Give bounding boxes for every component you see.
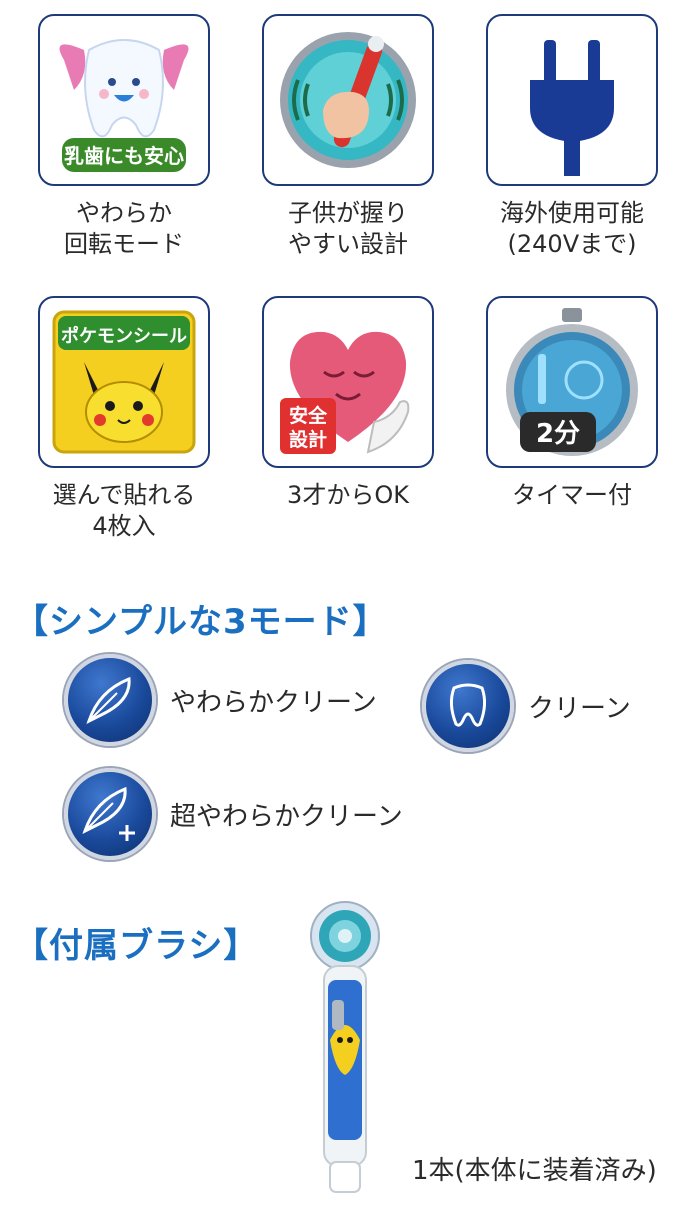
mode-soft-clean-badge [64,654,156,746]
feature-gentle-caption-line1: やわらか [76,199,172,227]
feature-timer-caption-line1: タイマー付 [512,481,632,509]
feature-voltage-caption-line2: (240Vまで) [507,230,637,258]
feature-gentle: 乳歯にも安心 やわらか 回転モード [24,14,224,260]
feature-safety-badge-line2: 設計 [289,428,327,451]
feature-timer-box: 2分 [486,296,658,468]
tooth-icon [449,683,487,727]
heart-hand-icon: 安全 設計 [280,331,410,454]
feature-voltage-box [486,14,658,186]
brush-section-title: 【付属ブラシ】 [14,926,259,966]
feature-stickers-caption-line1: 選んで貼れる [52,481,196,509]
mode-extra-soft-clean-badge [64,768,156,860]
feature-safety-caption: 3才からOK [248,480,448,511]
feature-stickers-box: ポケモンシール [38,296,210,468]
mode-extra-soft-clean: 超やわらかクリーン [64,768,403,860]
feature-stickers: ポケモンシール 選んで貼れる 4枚入 [24,296,224,542]
feather-icon [86,676,131,724]
power-plug-icon [530,40,614,176]
hand-holding-brush-icon [280,32,416,168]
mode-clean-badge [422,660,514,752]
feather-plus-icon [82,786,135,841]
feature-timer-caption: タイマー付 [472,480,672,511]
mode-soft-clean: やわらかクリーン [64,654,377,746]
mode-clean: クリーン [422,660,631,752]
modes-section-title: 【シンプルな3モード】 [14,602,388,642]
stopwatch-icon: 2分 [506,308,638,456]
feature-grip-caption-line2: やすい設計 [288,230,408,258]
brush-included-text: 1本(本体に装着済み) [412,1156,657,1186]
brush-head-image [310,901,380,1193]
feature-gentle-badge: 乳歯にも安心 [64,144,184,168]
feature-safety: 安全 設計 3才からOK [248,296,448,511]
feature-timer: 2分 タイマー付 [472,296,672,511]
feature-voltage-caption-line1: 海外使用可能 [500,199,644,227]
feature-gentle-caption: やわらか 回転モード [24,198,224,260]
feature-safety-caption-line1: 3才からOK [287,481,409,509]
mode-soft-clean-label: やわらかクリーン [170,687,377,718]
feature-timer-badge: 2分 [536,419,580,449]
mode-clean-label: クリーン [528,693,631,724]
feature-grip-caption-line1: 子供が握り [288,199,408,227]
feature-grip-caption: 子供が握り やすい設計 [248,198,448,260]
tooth-wings-icon: 乳歯にも安心 [59,39,189,172]
pokemon-sticker-icon: ポケモンシール [52,310,196,454]
feature-gentle-caption-line2: 回転モード [64,230,184,258]
mode-extra-soft-clean-label: 超やわらかクリーン [170,801,403,832]
feature-safety-badge-line1: 安全 [289,404,328,427]
feature-safety-box: 安全 設計 [262,296,434,468]
feature-voltage: 海外使用可能 (240Vまで) [472,14,672,260]
feature-gentle-box: 乳歯にも安心 [38,14,210,186]
feature-grip-box [262,14,434,186]
feature-voltage-caption: 海外使用可能 (240Vまで) [472,198,672,260]
feature-stickers-badge: ポケモンシール [61,325,187,347]
feature-stickers-caption: 選んで貼れる 4枚入 [24,480,224,542]
feature-stickers-caption-line2: 4枚入 [92,512,156,540]
feature-grip: 子供が握り やすい設計 [248,14,448,260]
